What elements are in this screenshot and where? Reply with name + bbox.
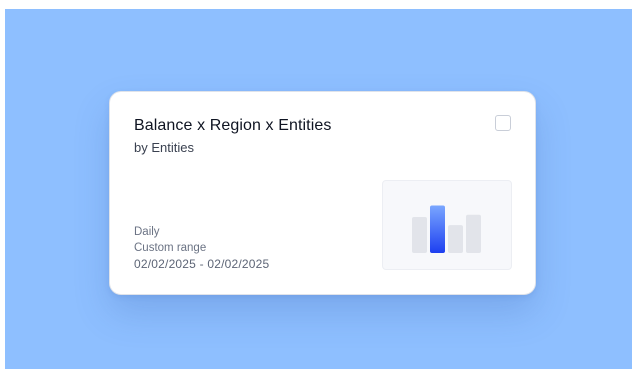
canvas-background: Balance x Region x Entities by Entities … [5, 9, 632, 369]
report-card[interactable]: Balance x Region x Entities by Entities … [109, 91, 536, 295]
select-checkbox[interactable] [495, 115, 511, 131]
thumbnail-bar-highlight [430, 205, 445, 253]
thumbnail-bar [466, 214, 481, 253]
bar-chart-icon [412, 205, 481, 253]
range-type-label: Custom range [134, 242, 207, 254]
card-title: Balance x Region x Entities [134, 117, 332, 134]
thumbnail-bar [448, 225, 463, 253]
thumbnail-bar [412, 217, 427, 253]
date-range: 02/02/2025 - 02/02/2025 [134, 257, 270, 271]
chart-thumbnail [382, 180, 512, 270]
card-subtitle: by Entities [134, 140, 194, 155]
frequency-label: Daily [134, 226, 160, 238]
card-meta: Daily Custom range 02/02/2025 - 02/02/20… [134, 224, 269, 272]
